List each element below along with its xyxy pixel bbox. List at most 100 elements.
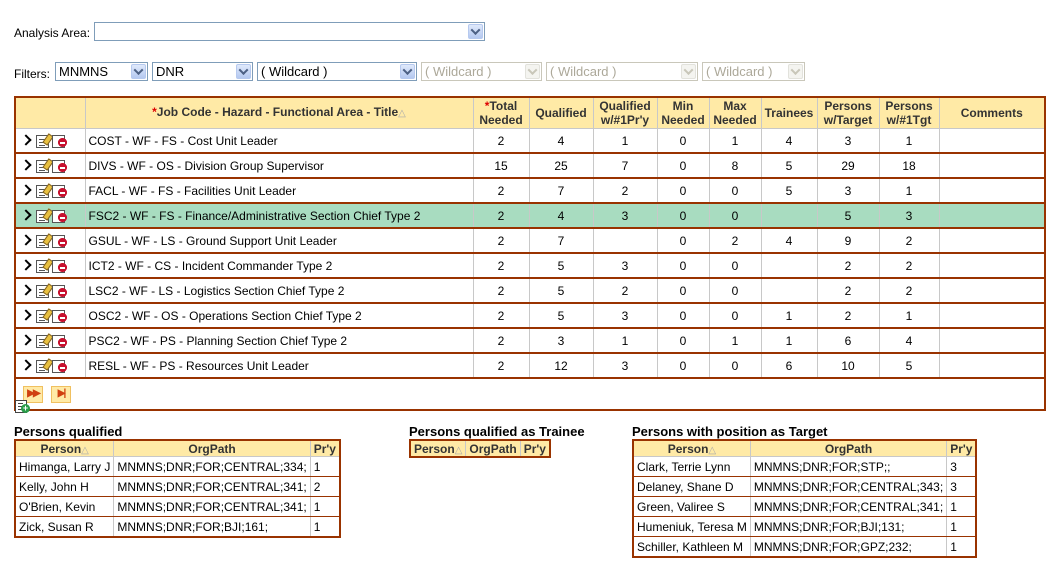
edit-icon[interactable]	[36, 234, 49, 248]
cell-comments[interactable]	[938, 327, 1046, 354]
pry-header[interactable]: Pr'y	[519, 439, 551, 458]
cell-comments[interactable]	[938, 302, 1046, 329]
delete-icon[interactable]	[52, 309, 67, 323]
filter-select-2[interactable]: DNR	[152, 62, 253, 81]
delete-icon[interactable]	[52, 134, 67, 148]
edit-icon[interactable]	[36, 159, 49, 173]
edit-icon[interactable]	[36, 134, 49, 148]
table-row[interactable]: FACL - WF - FS - Facilities Unit Leader 2…	[14, 177, 1046, 204]
qualified-header[interactable]: Qualified	[528, 96, 594, 129]
person-header[interactable]: Person△	[632, 439, 751, 457]
cell-max: 2	[708, 227, 762, 254]
delete-icon[interactable]	[52, 284, 67, 298]
person-header[interactable]: Person△	[409, 439, 467, 458]
cell-comments[interactable]	[938, 128, 1046, 154]
pry-header[interactable]: Pr'y	[309, 439, 341, 457]
title-header[interactable]: *Job Code - Hazard - Functional Area - T…	[84, 96, 474, 129]
delete-icon[interactable]	[52, 234, 67, 248]
min-needed-header[interactable]: Min Needed	[656, 96, 710, 129]
cell-p-tgt1: 1	[878, 177, 940, 204]
table-row[interactable]: Delaney, Shane D MNMNS;DNR;FOR;CENTRAL;34…	[632, 476, 977, 497]
cell-comments[interactable]	[938, 277, 1046, 304]
edit-icon[interactable]	[36, 359, 49, 373]
chevron-down-icon[interactable]	[236, 64, 251, 79]
edit-icon[interactable]	[36, 259, 49, 273]
table-row[interactable]: O'Brien, Kevin MNMNS;DNR;FOR;CENTRAL;341;…	[14, 496, 341, 517]
table-row[interactable]: DIVS - WF - OS - Division Group Supervis…	[14, 152, 1046, 179]
expand-chevron-icon[interactable]	[20, 359, 32, 371]
add-record-icon[interactable]	[15, 400, 30, 413]
expand-chevron-icon[interactable]	[20, 184, 32, 196]
expand-chevron-icon[interactable]	[20, 334, 32, 346]
table-row[interactable]: Zick, Susan R MNMNS;DNR;FOR;BJI;161; 1	[14, 516, 341, 538]
chevron-down-icon[interactable]	[400, 64, 415, 79]
expand-chevron-icon[interactable]	[20, 234, 32, 246]
qualified-pry-header[interactable]: Qualified w/#1Pr'y	[592, 96, 658, 129]
cell-qualified: 3	[528, 327, 594, 354]
delete-icon[interactable]	[52, 359, 67, 373]
table-row[interactable]: PSC2 - WF - PS - Planning Section Chief …	[14, 327, 1046, 354]
cell-trainees: 5	[760, 177, 818, 204]
filter-value: ( Wildcard )	[425, 64, 492, 79]
table-row[interactable]: COST - WF - FS - Cost Unit Leader 2 4 1 0 1 4 3…	[14, 128, 1046, 154]
cell-comments[interactable]	[938, 352, 1046, 379]
table-row[interactable]: LSC2 - WF - LS - Logistics Section Chief…	[14, 277, 1046, 304]
trainees-header[interactable]: Trainees	[760, 96, 818, 129]
delete-icon[interactable]	[52, 259, 67, 273]
delete-icon[interactable]	[52, 184, 67, 198]
header-label: Pr'y	[950, 441, 973, 456]
table-row[interactable]: Clark, Terrie Lynn MNMNS;DNR;FOR;STP;; 3	[632, 456, 977, 477]
chevron-down-icon[interactable]	[131, 64, 146, 79]
pry-header[interactable]: Pr'y	[946, 439, 977, 457]
cell-comments[interactable]	[938, 202, 1046, 229]
table-row[interactable]: FSC2 - WF - FS - Finance/Administrative …	[14, 202, 1046, 229]
persons-tgt1-header[interactable]: Persons w/#1Tgt	[878, 96, 940, 129]
table-row[interactable]: Humeniuk, Teresa M MNMNS;DNR;FOR;BJI;131;…	[632, 516, 977, 537]
delete-icon[interactable]	[52, 334, 67, 348]
table-row[interactable]: Himanga, Larry J MNMNS;DNR;FOR;CENTRAL;33…	[14, 456, 341, 477]
cell-comments[interactable]	[938, 227, 1046, 254]
max-needed-header[interactable]: Max Needed	[708, 96, 762, 129]
table-row[interactable]: Kelly, John H MNMNS;DNR;FOR;CENTRAL;341; 2	[14, 476, 341, 497]
last-page-icon[interactable]: ▶|	[51, 385, 71, 403]
table-row[interactable]: GSUL - WF - LS - Ground Support Unit Lea…	[14, 227, 1046, 254]
cell-p-target: 9	[816, 227, 880, 254]
filter-select-1[interactable]: MNMNS	[55, 62, 148, 81]
orgpath-header[interactable]: OrgPath	[749, 439, 948, 457]
cell-comments[interactable]	[938, 152, 1046, 179]
chevron-down-icon[interactable]	[468, 24, 483, 39]
expand-chevron-icon[interactable]	[20, 259, 32, 271]
table-row[interactable]: Schiller, Kathleen M MNMNS;DNR;FOR;GPZ;23…	[632, 536, 977, 558]
analysis-area-select[interactable]	[94, 22, 485, 41]
total-needed-header[interactable]: *Total Needed	[472, 96, 530, 129]
expand-chevron-icon[interactable]	[20, 159, 32, 171]
table-row[interactable]: OSC2 - WF - OS - Operations Section Chie…	[14, 302, 1046, 329]
expand-chevron-icon[interactable]	[20, 309, 32, 321]
expand-chevron-icon[interactable]	[20, 134, 32, 146]
cell-pry: 3	[946, 456, 977, 477]
filter-select-5: ( Wildcard )	[546, 62, 698, 81]
expand-chevron-icon[interactable]	[20, 284, 32, 296]
delete-icon[interactable]	[52, 159, 67, 173]
edit-icon[interactable]	[36, 209, 49, 223]
cell-comments[interactable]	[938, 177, 1046, 204]
person-header[interactable]: Person△	[14, 439, 115, 457]
cell-trainees: 1	[760, 327, 818, 354]
edit-icon[interactable]	[36, 184, 49, 198]
edit-icon[interactable]	[36, 284, 49, 298]
edit-icon[interactable]	[36, 309, 49, 323]
persons-target-header[interactable]: Persons w/Target	[816, 96, 880, 129]
comments-header[interactable]: Comments	[938, 96, 1046, 129]
table-row[interactable]: ICT2 - WF - CS - Incident Commander Type…	[14, 252, 1046, 279]
orgpath-header[interactable]: OrgPath	[113, 439, 311, 457]
cell-comments[interactable]	[938, 252, 1046, 279]
edit-icon[interactable]	[36, 334, 49, 348]
header-label: w/Target	[823, 113, 873, 127]
table-row[interactable]: RESL - WF - PS - Resources Unit Leader 2 1…	[14, 352, 1046, 379]
orgpath-header[interactable]: OrgPath	[465, 439, 521, 458]
delete-icon[interactable]	[52, 209, 67, 223]
table-row[interactable]: Green, Valiree S MNMNS;DNR;FOR;CENTRAL;34…	[632, 496, 977, 517]
cell-qual-pry: 3	[592, 352, 658, 379]
filter-select-3[interactable]: ( Wildcard )	[257, 62, 417, 81]
expand-chevron-icon[interactable]	[20, 209, 32, 221]
